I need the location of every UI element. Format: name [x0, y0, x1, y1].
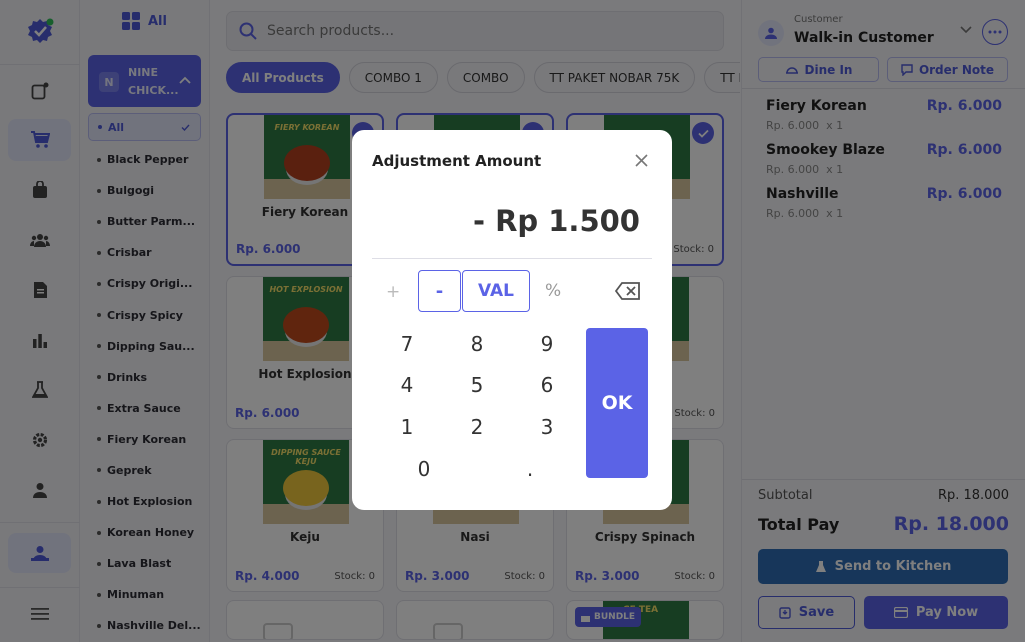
percent-toggle[interactable]: % — [545, 281, 561, 301]
modal-title: Adjustment Amount — [372, 152, 542, 170]
keypad-key[interactable]: 3 — [517, 409, 577, 445]
keypad-key[interactable]: 0 — [394, 451, 454, 487]
keypad-key[interactable]: . — [500, 451, 560, 487]
keypad-key[interactable]: 7 — [377, 326, 437, 362]
keypad-key[interactable]: 1 — [377, 409, 437, 445]
keypad-key[interactable]: 9 — [517, 326, 577, 362]
ok-button[interactable]: OK — [586, 328, 648, 478]
keypad-key[interactable]: 6 — [517, 367, 577, 403]
close-icon[interactable] — [635, 154, 648, 167]
minus-toggle[interactable]: - — [418, 270, 461, 312]
plus-toggle[interactable]: + — [386, 282, 400, 302]
amount-display: - Rp 1.500 — [472, 204, 640, 238]
adjustment-modal: Adjustment Amount - Rp 1.500 + - VAL % 7… — [352, 130, 672, 510]
value-toggle[interactable]: VAL — [462, 270, 530, 312]
keypad-key[interactable]: 8 — [447, 326, 507, 362]
keypad-key[interactable]: 5 — [447, 367, 507, 403]
keypad-key[interactable]: 2 — [447, 409, 507, 445]
backspace-icon[interactable] — [615, 282, 641, 300]
keypad-key[interactable]: 4 — [377, 367, 437, 403]
